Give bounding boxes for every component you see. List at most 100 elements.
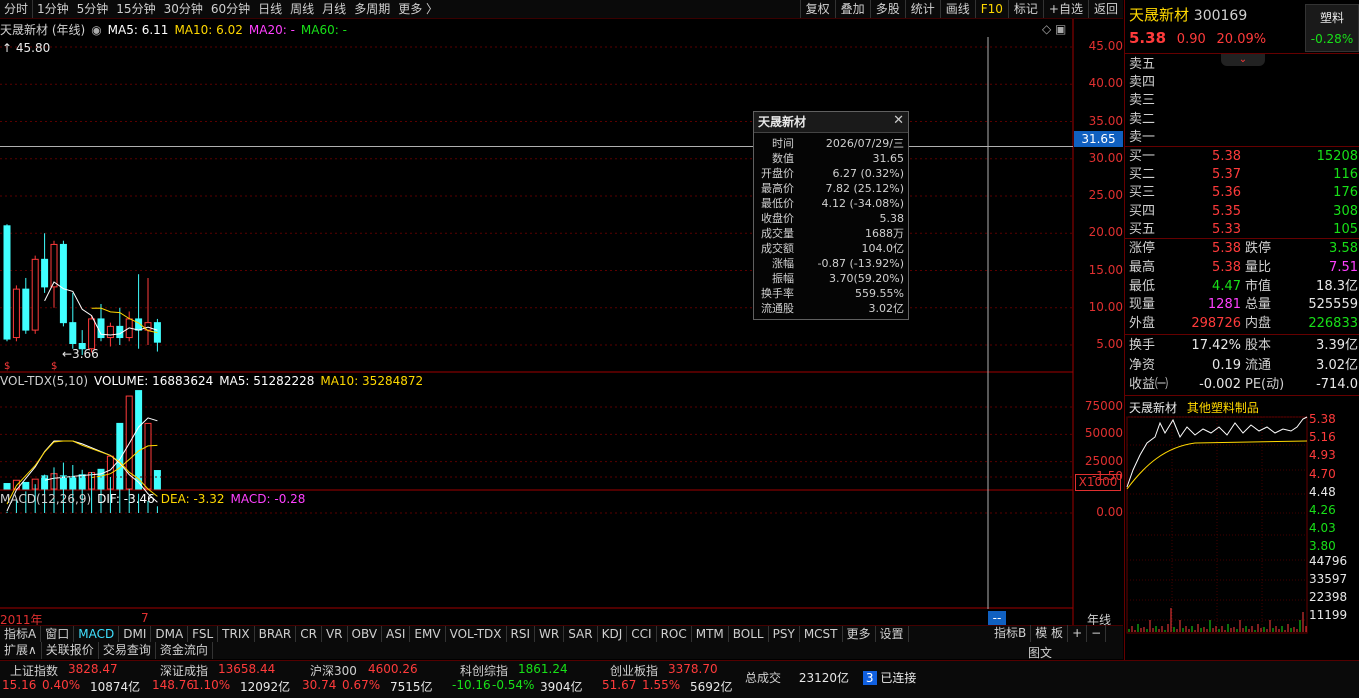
period-tab[interactable]: 更多 〉 [394,0,442,18]
indicator-tab[interactable]: VOL-TDX [446,626,507,643]
stat-row: 换手 17.42% 股本 3.39亿 [1125,336,1359,355]
popup-key: 成交额 [761,242,794,255]
tool-button[interactable]: F10 [974,0,1008,18]
legend-toggle-icon[interactable]: ◉ [91,23,101,37]
tuwen-tab[interactable]: 图文 [1028,644,1052,661]
indicator-tab[interactable]: KDJ [598,626,628,643]
ask-row[interactable]: 卖四 [1125,73,1359,92]
indicator-tab[interactable]: PSY [769,626,800,643]
index-name[interactable]: 沪深300 [310,662,357,679]
candle-body [22,288,30,331]
tool-button[interactable]: 多股 [869,0,905,18]
indicator-tab[interactable]: MACD [74,626,120,643]
tool-button[interactable]: 返回 [1087,0,1123,18]
indicator-tab[interactable]: EMV [410,626,446,643]
price-axis-label: 10.00 [1088,299,1123,314]
mini-price-label: 3.80 [1309,539,1336,554]
index-value: 3828.47 [68,662,118,676]
sector-box[interactable]: 塑料 -0.28% [1305,4,1359,52]
divider [1125,395,1359,396]
cursor-value: 31.65 [1081,132,1116,146]
tool-button[interactable]: 标记 [1007,0,1043,18]
volume-bar [144,422,152,490]
period-tab[interactable]: 月线 [318,0,350,18]
bid-row[interactable]: 买二 5.37 116 [1125,165,1359,184]
indicator-tab[interactable]: ASI [382,626,411,643]
indicator-tab[interactable]: MCST [800,626,843,643]
index-name[interactable]: 深证成指 [160,662,208,679]
indicator-tab[interactable]: TRIX [218,626,255,643]
indicator-right-tab[interactable]: 指标B [990,625,1032,642]
chart-canvas[interactable]: $ $ [0,19,1123,625]
indicator-tab[interactable]: SAR [564,626,598,643]
index-name[interactable]: 科创综指 [460,662,508,679]
kline-chart[interactable]: $ $ 天晟新材 (年线) ◉ MA5: 6.11 MA10: 6.02 MA20… [0,19,1123,627]
stat-key: 量比 [1245,259,1272,275]
ask-row[interactable]: 卖二 [1125,110,1359,129]
bid-row[interactable]: 买四 5.35 308 [1125,202,1359,221]
indicator-right-tab[interactable]: − [1087,625,1107,642]
indicator-tab[interactable]: FSL [188,626,219,643]
vol-name: VOL-TDX(5,10) [0,374,89,388]
indicator-tab[interactable]: 更多 [843,626,876,643]
indicator-tab[interactable]: 指标A [0,626,42,643]
close-icon[interactable]: ✕ [893,113,904,128]
function-tab[interactable]: 关联报价 [42,642,99,659]
sector-pct: -0.28% [1310,32,1354,46]
bid-row[interactable]: 买一 5.38 15208 [1125,147,1359,166]
indicator-right-tab[interactable]: 模 板 [1031,625,1069,642]
ask-row[interactable]: 卖三 [1125,91,1359,110]
data-popup: 天晟新材 ✕ 时间 2026/07/29/三 数值 31.65 开盘价 6.27 (0.3… [753,111,909,320]
indicator-tab[interactable]: 窗口 [41,626,75,643]
popup-title: 天晟新材 [754,112,908,133]
indicator-tab[interactable]: DMI [119,626,152,643]
indicator-tab[interactable]: WR [535,626,565,643]
index-name[interactable]: 上证指数 [10,662,58,679]
period-tab[interactable]: 5分钟 [73,0,113,18]
indicator-tab[interactable]: BRAR [255,626,297,643]
indicator-tab[interactable]: DMA [151,626,189,643]
period-tab[interactable]: 日线 [254,0,286,18]
stat-key: 股本 [1245,338,1272,353]
indicator-tab[interactable]: 设置 [876,626,909,643]
period-tab[interactable]: 15分钟 [112,0,159,18]
bid-row[interactable]: 买五 5.33 105 [1125,220,1359,239]
indicator-right-tab[interactable]: + [1068,625,1088,642]
ask-row[interactable]: 卖五 [1125,55,1359,74]
tool-button[interactable]: 画线 [939,0,975,18]
tool-button[interactable]: 叠加 [834,0,870,18]
popup-key: 流通股 [761,302,794,315]
bid-row[interactable]: 买三 5.36 176 [1125,183,1359,202]
stat-key: 换手 [1129,338,1156,353]
function-tab[interactable]: 扩展∧ [0,642,42,659]
indicator-tab[interactable]: RSI [507,626,536,643]
indicator-tab[interactable]: VR [322,626,348,643]
period-tab[interactable]: 分时 [0,0,34,18]
indicator-tab[interactable]: MTM [692,626,729,643]
function-tab[interactable]: 交易查询 [99,642,156,659]
popup-key: 收盘价 [761,212,794,225]
indicator-tab[interactable]: OBV [348,626,383,643]
stat-value: 0.19 [1212,357,1241,373]
tool-button[interactable]: +自选 [1042,0,1088,18]
period-tab[interactable]: 多周期 [350,0,394,18]
indicator-tab[interactable]: CR [296,626,322,643]
index-name[interactable]: 创业板指 [610,662,658,679]
indicator-tab[interactable]: CCI [627,626,657,643]
volume-bar [153,470,161,490]
ask-label: 卖三 [1129,93,1156,109]
period-tab[interactable]: 60分钟 [207,0,254,18]
stat-value: 5.38 [1212,259,1241,275]
function-tab[interactable]: 资金流向 [156,642,213,659]
tool-button[interactable]: 复权 [799,0,835,18]
period-tab[interactable]: 1分钟 [33,0,73,18]
ask-row[interactable]: 卖一 [1125,128,1359,147]
stat-key: 净资 [1129,357,1156,373]
period-tab[interactable]: 30分钟 [160,0,207,18]
period-tab[interactable]: 周线 [286,0,318,18]
popup-key: 开盘价 [761,167,794,180]
indicator-tab[interactable]: ROC [657,626,692,643]
tool-button[interactable]: 统计 [904,0,940,18]
window-icon[interactable]: ◇ ▣ [1042,22,1066,36]
indicator-tab[interactable]: BOLL [729,626,769,643]
